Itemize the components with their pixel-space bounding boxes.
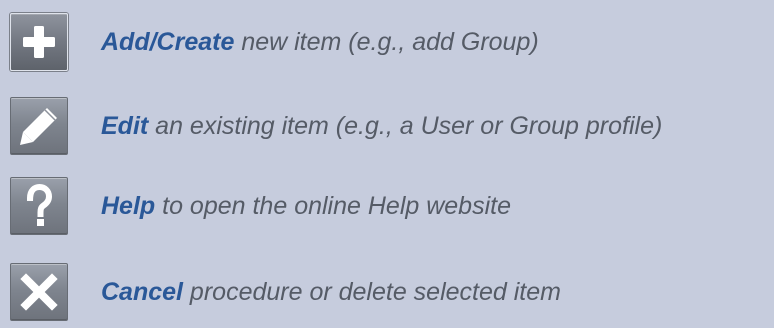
legend-description: to open the online Help website bbox=[155, 192, 511, 220]
legend-text-help: Help to open the online Help website bbox=[101, 189, 511, 223]
question-mark-glyph bbox=[26, 183, 53, 226]
legend-row-add: Add/Create new item (e.g., add Group) bbox=[0, 13, 774, 73]
legend-text-add: Add/Create new item (e.g., add Group) bbox=[101, 25, 539, 59]
pencil-icon[interactable] bbox=[10, 97, 68, 155]
legend-description: new item (e.g., add Group) bbox=[234, 28, 539, 56]
plus-icon[interactable] bbox=[10, 13, 68, 71]
x-icon[interactable] bbox=[10, 263, 68, 321]
legend-description: an existing item (e.g., a User or Group … bbox=[148, 112, 663, 140]
legend-description: procedure or delete selected item bbox=[182, 278, 561, 306]
icon-legend: Add/Create new item (e.g., add Group) Ed… bbox=[0, 0, 774, 328]
legend-keyword: Cancel bbox=[101, 278, 183, 306]
legend-keyword: Edit bbox=[101, 112, 149, 140]
pencil-glyph bbox=[20, 108, 57, 145]
legend-text-edit: Edit an existing item (e.g., a User or G… bbox=[101, 109, 662, 143]
legend-text-cancel: Cancel procedure or delete selected item bbox=[101, 275, 561, 309]
question-mark-icon[interactable] bbox=[10, 177, 68, 235]
legend-row-edit: Edit an existing item (e.g., a User or G… bbox=[0, 97, 774, 157]
plus-glyph bbox=[23, 26, 55, 58]
legend-row-help: Help to open the online Help website bbox=[0, 177, 774, 237]
legend-row-cancel: Cancel procedure or delete selected item bbox=[0, 263, 774, 323]
legend-keyword: Help bbox=[101, 192, 156, 220]
legend-keyword: Add/Create bbox=[101, 28, 235, 56]
x-glyph bbox=[20, 273, 58, 311]
